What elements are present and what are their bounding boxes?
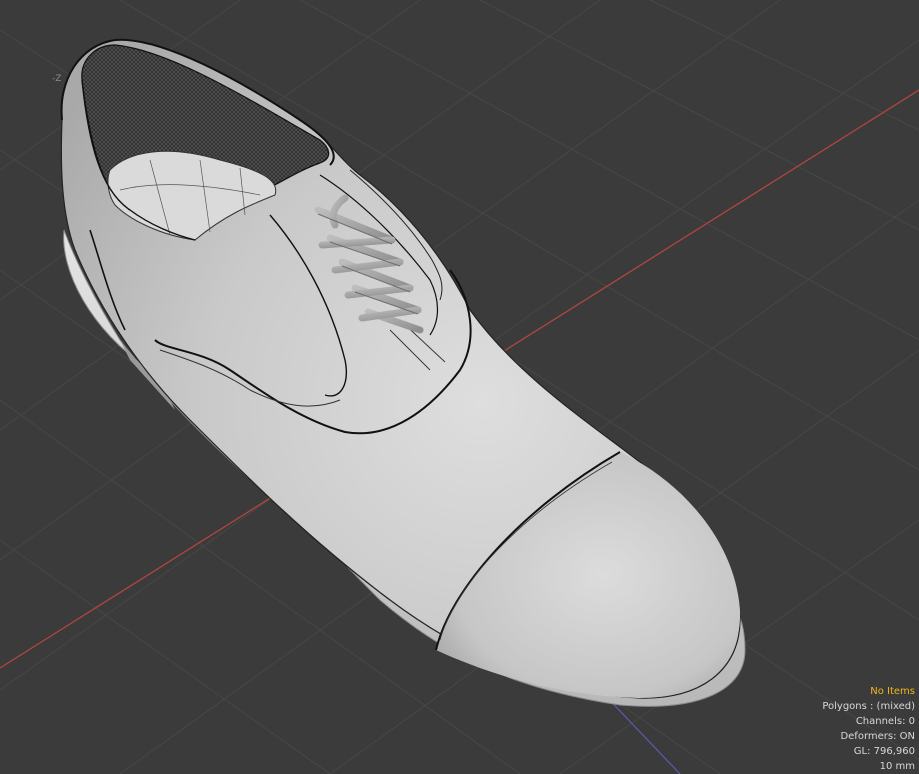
deformers-status: Deformers: ON	[840, 731, 915, 742]
channels-status: Channels: 0	[855, 716, 915, 727]
shoe-model[interactable]	[60, 38, 746, 707]
polygons-status: Polygons : (mixed)	[822, 701, 915, 712]
gl-status: GL: 796,960	[853, 746, 915, 757]
viewport-info-overlay: No Items Polygons : (mixed) Channels: 0 …	[822, 684, 915, 774]
grid-size-status: 10 mm	[879, 761, 915, 772]
viewport-scene[interactable]	[0, 0, 919, 774]
selection-status: No Items	[870, 686, 915, 697]
3d-viewport[interactable]: -Z No Items Polygons : (mixed) Channels:…	[0, 0, 919, 774]
axis-label: -Z	[52, 74, 62, 84]
